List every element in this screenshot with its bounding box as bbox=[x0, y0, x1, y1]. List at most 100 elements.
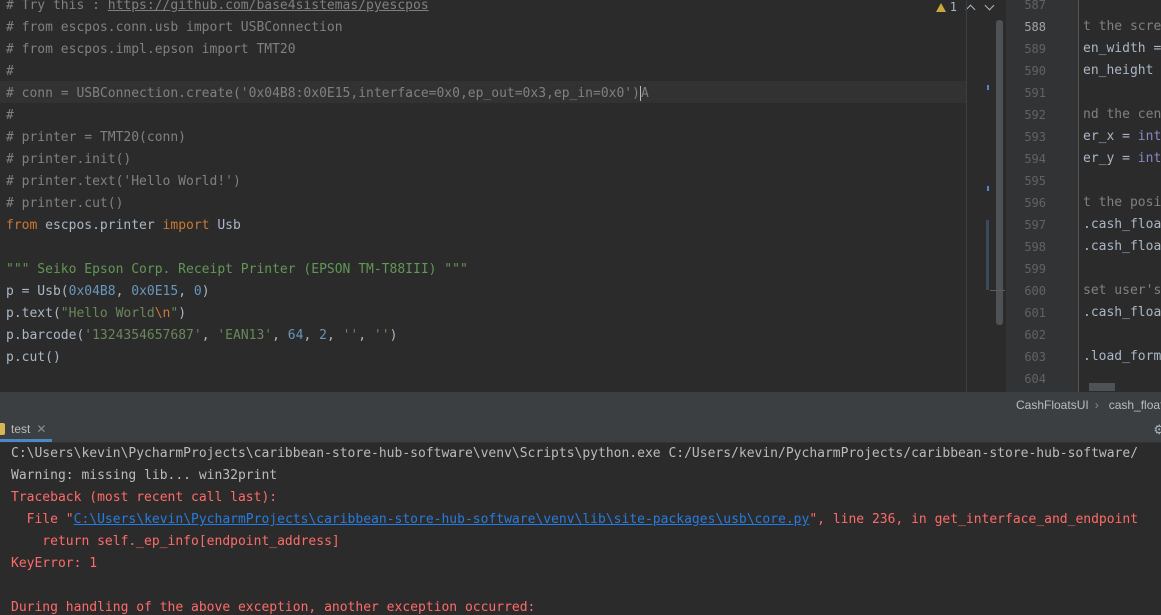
horizontal-scrollbar[interactable] bbox=[1089, 383, 1115, 391]
code-token: escpos.printer bbox=[45, 218, 163, 233]
breadcrumb-method[interactable]: cash_floats bbox=[1099, 398, 1161, 412]
line-number: 601 bbox=[1024, 306, 1046, 320]
code-token: \n bbox=[154, 306, 171, 321]
code-token: # printer.text('Hello World!') bbox=[6, 174, 241, 189]
code-line[interactable]: en_height bbox=[1083, 60, 1161, 82]
code-token: # Try this : bbox=[6, 0, 108, 13]
code-line[interactable]: en_width = bbox=[1083, 38, 1161, 60]
run-tool-window-header: test ✕ ⚙ bbox=[0, 418, 1161, 443]
code-line[interactable]: set user's bbox=[1083, 280, 1161, 302]
code-line[interactable]: """ Seiko Epson Corp. Receipt Printer (E… bbox=[6, 259, 649, 281]
code-token: # from escpos.impl.epson import TMT20 bbox=[6, 42, 296, 57]
run-console[interactable]: C:\Users\kevin\PycharmProjects\caribbean… bbox=[0, 443, 1161, 615]
code-line[interactable]: nd the cen bbox=[1083, 104, 1161, 126]
code-line[interactable]: # printer.text('Hello World!') bbox=[6, 171, 649, 193]
code-token: .cash_floa bbox=[1083, 239, 1161, 254]
code-token: p.barcode( bbox=[6, 328, 85, 343]
inspection-widget[interactable]: 1 bbox=[935, 0, 995, 14]
code-token: , bbox=[358, 328, 374, 343]
line-number: 593 bbox=[1024, 130, 1046, 144]
code-line[interactable]: .cash_floa bbox=[1083, 302, 1161, 324]
line-number: 594 bbox=[1024, 152, 1046, 166]
line-number: 589 bbox=[1024, 42, 1046, 56]
code-line[interactable]: p.text("Hello World\n") bbox=[6, 303, 649, 325]
code-line[interactable]: er_x = int bbox=[1083, 126, 1161, 148]
code-token: 0x04B8 bbox=[68, 284, 116, 299]
code-line[interactable]: er_y = int bbox=[1083, 148, 1161, 170]
chevron-down-icon[interactable] bbox=[984, 0, 995, 11]
code-line[interactable]: .cash_floa bbox=[1083, 236, 1161, 258]
line-number: 595 bbox=[1024, 174, 1046, 188]
code-line[interactable]: p.barcode('1324354657687', 'EAN13', 64, … bbox=[6, 325, 649, 347]
code-token: p.text( bbox=[6, 306, 61, 321]
console-line: Traceback (most recent call last): bbox=[11, 487, 277, 509]
code-token: # bbox=[6, 108, 14, 123]
code-line[interactable]: # printer.cut() bbox=[6, 193, 649, 215]
code-line[interactable]: t the posi bbox=[1083, 192, 1161, 214]
line-number: 592 bbox=[1024, 108, 1046, 122]
line-number: 587 bbox=[1024, 0, 1046, 12]
code-line[interactable]: # printer = TMT20(conn) bbox=[6, 127, 649, 149]
line-number: 600 bbox=[1024, 284, 1046, 298]
console-line: return self._ep_info[endpoint_address] bbox=[11, 531, 340, 553]
code-line[interactable]: .load_form bbox=[1083, 346, 1161, 368]
code-token: en_width = bbox=[1083, 41, 1161, 56]
code-editor[interactable]: # Try this : https://github.com/base4sis… bbox=[0, 0, 1005, 392]
code-line[interactable]: .cash_floa bbox=[1083, 214, 1161, 236]
code-line[interactable]: # from escpos.conn.usb import USBConnect… bbox=[6, 17, 649, 39]
line-number: 603 bbox=[1024, 350, 1046, 364]
code-token: , bbox=[201, 328, 218, 343]
code-token: , bbox=[303, 328, 320, 343]
code-token: 2 bbox=[319, 328, 327, 343]
code-token: t the posi bbox=[1083, 195, 1161, 210]
code-line[interactable]: # from escpos.impl.epson import TMT20 bbox=[6, 39, 649, 61]
code-token: int bbox=[1137, 151, 1161, 166]
code-lines[interactable]: # Try this : https://github.com/base4sis… bbox=[6, 0, 649, 369]
code-line[interactable]: # Try this : https://github.com/base4sis… bbox=[6, 0, 649, 17]
code-token: er_y = bbox=[1083, 151, 1138, 166]
code-token: 64 bbox=[287, 328, 304, 343]
code-token: nd the cen bbox=[1083, 107, 1161, 122]
code-line[interactable]: p.cut() bbox=[6, 347, 649, 369]
split-editor[interactable]: 587 588 t the scre 589 en_width = 590 en_heigh… bbox=[1006, 0, 1161, 392]
warning-count: 1 bbox=[949, 0, 957, 14]
code-token: "Hello World bbox=[60, 306, 155, 321]
chevron-up-icon[interactable] bbox=[965, 4, 976, 14]
code-line[interactable]: t the scre bbox=[1083, 16, 1161, 38]
code-token: '' bbox=[373, 328, 390, 343]
code-line[interactable]: p = Usb(0x04B8, 0x0E15, 0) bbox=[6, 281, 649, 303]
code-token: ) bbox=[178, 306, 187, 321]
breadcrumb-class[interactable]: CashFloatsUI bbox=[1006, 398, 1089, 412]
code-token: # bbox=[6, 64, 14, 79]
line-number: 591 bbox=[1024, 86, 1046, 100]
code-line[interactable]: # bbox=[6, 105, 649, 127]
code-token: from bbox=[6, 218, 46, 233]
gear-icon[interactable]: ⚙ bbox=[1153, 422, 1161, 438]
code-token: ) bbox=[389, 328, 398, 343]
console-text: C:\Users\kevin\PycharmProjects\caribbean… bbox=[11, 446, 1139, 461]
console-file-link[interactable]: C:\Users\kevin\PycharmProjects\caribbean… bbox=[74, 512, 810, 527]
line-number: 598 bbox=[1024, 240, 1046, 254]
code-line[interactable]: # conn = USBConnection.create('0x04B8:0x… bbox=[6, 83, 649, 105]
error-stripe-marker[interactable] bbox=[987, 85, 989, 90]
scrollbar-position-line bbox=[990, 290, 1005, 291]
editor-status-strip bbox=[0, 392, 1006, 418]
code-token: .cash_floa bbox=[1083, 305, 1161, 320]
close-icon[interactable]: ✕ bbox=[36, 422, 46, 436]
code-line[interactable] bbox=[6, 237, 649, 259]
code-token: '1324354657687' bbox=[84, 328, 202, 343]
tab-run-test[interactable]: test ✕ bbox=[0, 418, 53, 442]
vertical-scrollbar[interactable] bbox=[996, 20, 1003, 325]
code-token: https://github.com/base4sistemas/pyescpo… bbox=[107, 0, 429, 13]
line-number: 602 bbox=[1024, 328, 1046, 342]
code-token: 0x0E15 bbox=[131, 284, 179, 299]
console-text: Traceback (most recent call last): bbox=[11, 490, 278, 505]
code-token: """ Seiko Epson Corp. Receipt Printer (E… bbox=[6, 262, 468, 277]
error-stripe-marker[interactable] bbox=[987, 186, 989, 191]
code-line[interactable]: # printer.init() bbox=[6, 149, 649, 171]
console-text: ", line 236, in get_interface_and_endpoi… bbox=[809, 512, 1139, 527]
console-text: return self._ep_info[endpoint_address] bbox=[11, 534, 340, 549]
code-line[interactable]: from escpos.printer import Usb bbox=[6, 215, 649, 237]
console-line: File "C:\Users\kevin\PycharmProjects\car… bbox=[11, 509, 1138, 531]
code-line[interactable]: # bbox=[6, 61, 649, 83]
